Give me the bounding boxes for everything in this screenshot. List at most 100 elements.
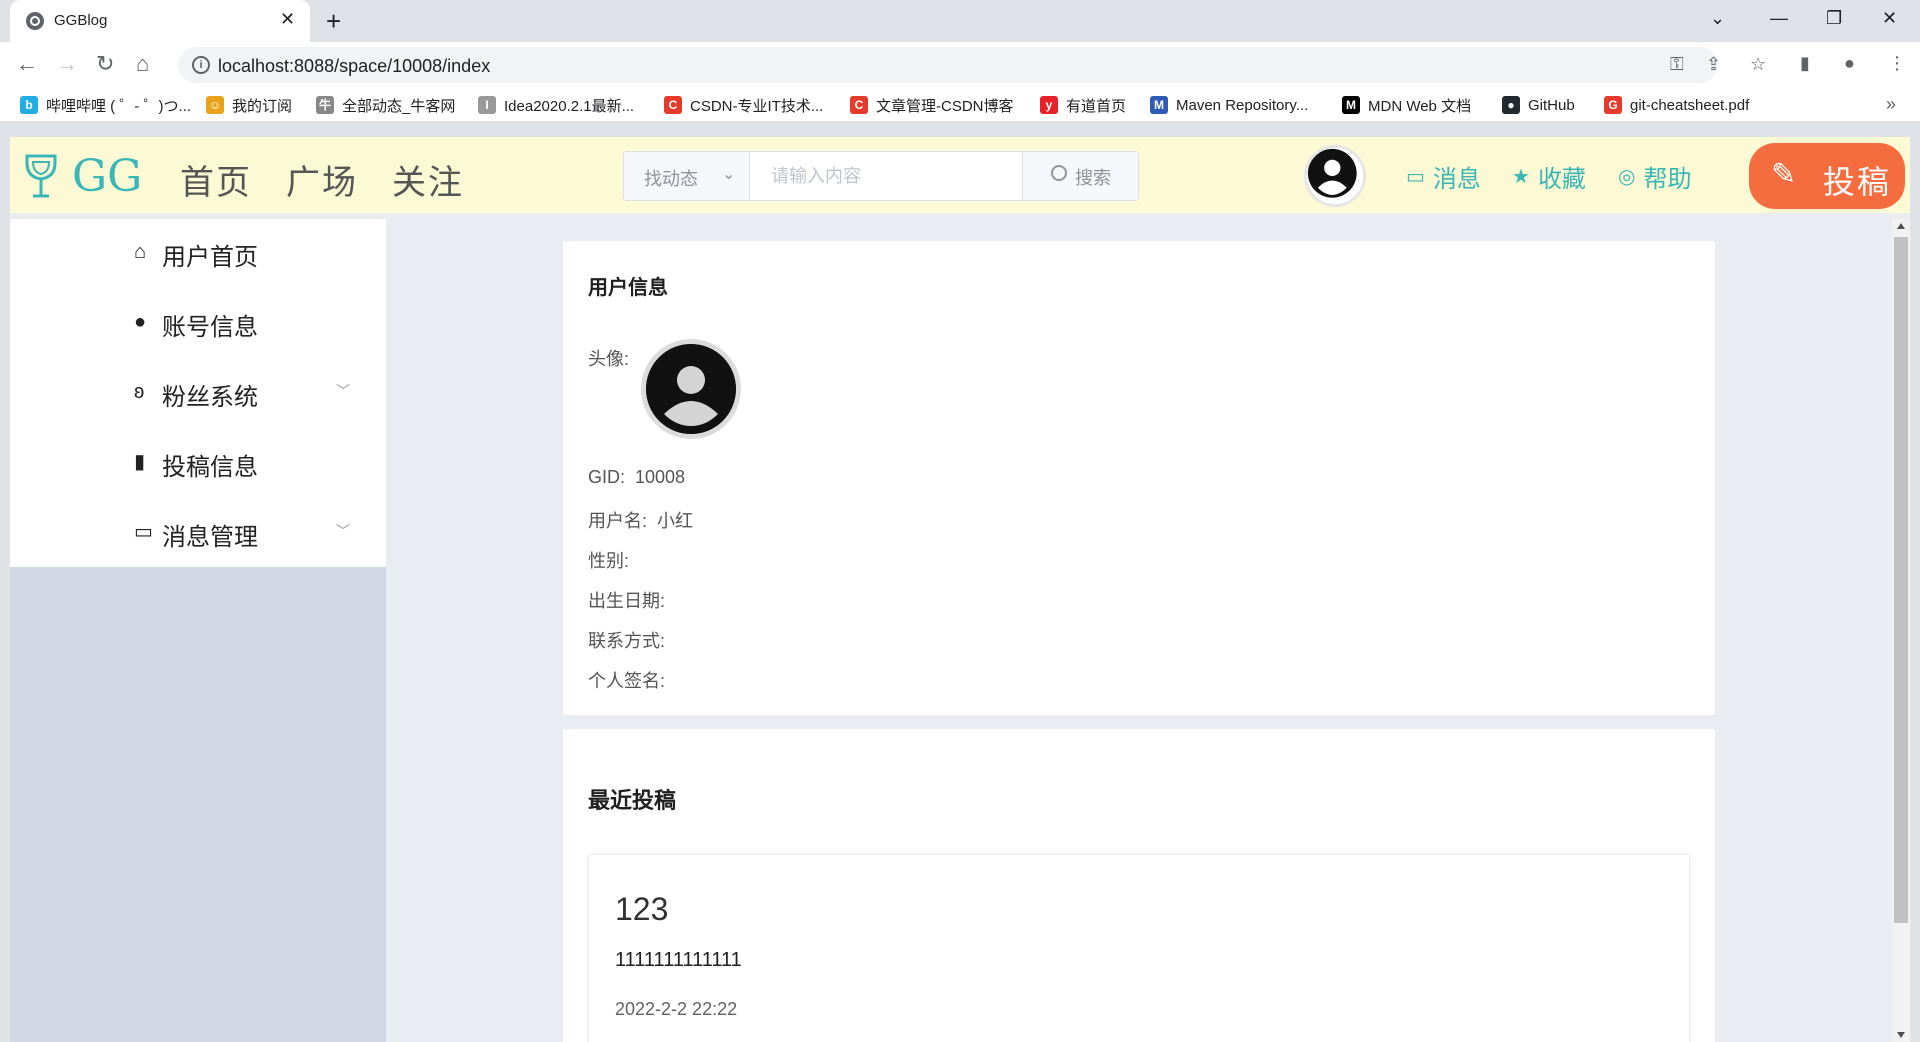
side-panel-icon[interactable]: ▮ — [1800, 53, 1810, 74]
maven-icon: M — [1150, 96, 1168, 114]
new-tab-button[interactable]: + — [326, 6, 341, 37]
help-icon: ◎ — [1618, 166, 1636, 188]
search-type-select[interactable]: 找动态 ⌄ — [624, 152, 750, 200]
post-title[interactable]: 123 — [615, 891, 668, 928]
search-bar: 找动态 ⌄ 搜索 — [623, 151, 1139, 201]
profile-icon[interactable]: ● — [1844, 53, 1855, 74]
close-tab-icon[interactable]: ✕ — [280, 9, 295, 30]
nav-square[interactable]: 广场 — [286, 155, 358, 204]
menu-icon[interactable]: ⋮ — [1888, 53, 1906, 74]
page: GG 首页 广场 关注 找动态 ⌄ 搜索 ▭ 消息 — [10, 137, 1910, 1042]
scroll-down-icon[interactable] — [1897, 1032, 1905, 1038]
sidebar-item-account-info[interactable]: ● 账号信息 — [10, 289, 386, 359]
profile-avatar[interactable] — [641, 339, 741, 439]
user-avatar[interactable] — [1304, 145, 1366, 207]
mdn-icon: M — [1342, 96, 1360, 114]
search-button-label: 搜索 — [1075, 168, 1111, 188]
bookmark-item[interactable]: ● GitHub — [1502, 95, 1575, 115]
avatar-label: 头像: — [588, 349, 630, 369]
bookmark-item[interactable]: M Maven Repository... — [1150, 95, 1308, 115]
username-field: 用户名: 小红 — [588, 511, 694, 531]
user-info-card: 用户信息 头像: GID: 10008 用户名: 小红 性别: 出生日期: 联系方式… — [563, 241, 1715, 715]
more-bookmarks-icon[interactable]: » — [1886, 94, 1896, 115]
site-header: GG 首页 广场 关注 找动态 ⌄ 搜索 ▭ 消息 — [10, 137, 1910, 213]
csdn-icon: C — [850, 96, 868, 114]
bookmark-item[interactable]: Ggit-cheatsheet.pdf — [1604, 95, 1749, 115]
star-icon: ★ — [1512, 166, 1530, 188]
nav-follow[interactable]: 关注 — [392, 155, 464, 204]
chevron-down-icon: ﹀ — [336, 383, 350, 399]
submit-post-button[interactable]: ✎ 投稿 — [1749, 143, 1905, 209]
bookmark-item[interactable]: 牛全部动态_牛客网 — [316, 95, 455, 115]
bookmark-item[interactable]: ☺ 我的订阅 — [206, 95, 292, 115]
avatar-icon — [1307, 148, 1357, 198]
post-card[interactable]: 123 1111111111111 2022-2-2 22:22 — [588, 854, 1690, 1042]
back-icon[interactable]: ← — [16, 51, 38, 77]
sidebar-item-message-management[interactable]: ▭ 消息管理 ﹀ — [10, 499, 386, 569]
globe-icon — [26, 12, 44, 30]
bookmark-star-icon[interactable]: ☆ — [1750, 54, 1766, 75]
home-icon[interactable]: ⌂ — [136, 51, 149, 77]
chat-icon: ▭ — [134, 521, 153, 543]
address-bar[interactable]: i localhost:8088/space/10008/index ⚿ ⇪ ☆ — [178, 47, 1766, 83]
username-value: 小红 — [657, 511, 694, 531]
nowcoder-icon: 牛 — [316, 96, 334, 114]
help-link[interactable]: ◎ 帮助 — [1618, 159, 1691, 194]
pencil-icon: ✎ — [1771, 158, 1797, 191]
scrollbar-thumb[interactable] — [1894, 237, 1908, 923]
subscription-icon: ☺ — [206, 96, 224, 114]
nav-home[interactable]: 首页 — [180, 155, 252, 204]
restore-button[interactable]: ❐ — [1826, 8, 1842, 29]
recent-posts-title: 最近投稿 — [588, 788, 677, 813]
url-text[interactable]: localhost:8088/space/10008/index — [218, 56, 490, 77]
key-icon[interactable]: ⚿ — [1670, 54, 1684, 75]
idea-icon: I — [478, 96, 496, 114]
messages-link[interactable]: ▭ 消息 — [1406, 159, 1481, 194]
sidebar-item-user-home[interactable]: ⌂ 用户首页 — [10, 219, 386, 289]
fans-icon: ʚ — [134, 381, 145, 403]
search-type-value: 找动态 — [644, 169, 698, 189]
chevron-down-icon: ﹀ — [336, 523, 350, 539]
user-info-title: 用户信息 — [588, 277, 668, 299]
user-icon: ● — [134, 311, 147, 333]
gender-field: 性别: — [588, 551, 630, 571]
pdf-icon: G — [1604, 96, 1622, 114]
bookmarks-bar: b 哔哩哔哩 ( ゜- ゜)つ... ☺ 我的订阅 牛全部动态_牛客网 I Idea2… — [0, 88, 1920, 122]
birthday-field: 出生日期: — [588, 591, 666, 611]
site-info-icon[interactable]: i — [192, 56, 210, 74]
youdao-icon: y — [1040, 96, 1058, 114]
page-scrollbar[interactable] — [1892, 219, 1910, 1042]
browser-toolbar: ← → ↻ ⌂ i localhost:8088/space/10008/ind… — [0, 42, 1920, 88]
message-icon: ▭ — [1406, 166, 1425, 188]
minimize-button[interactable]: — — [1770, 8, 1788, 29]
post-body: 1111111111111 — [615, 949, 742, 971]
favorites-link[interactable]: ★ 收藏 — [1512, 159, 1586, 194]
bookmark-item[interactable]: I Idea2020.2.1最新... — [478, 95, 634, 115]
search-icon — [1051, 165, 1067, 181]
bookmark-item[interactable]: M MDN Web 文档 — [1342, 95, 1471, 115]
csdn-icon: C — [664, 96, 682, 114]
browser-tab[interactable]: GGBlog ✕ — [10, 0, 310, 42]
cup-logo-icon[interactable] — [24, 153, 58, 199]
signature-field: 个人签名: — [588, 671, 666, 691]
browser-tabstrip: GGBlog ✕ + ⌄ — ❐ ✕ — [0, 0, 1920, 42]
sidebar-item-fans-system[interactable]: ʚ 粉丝系统 ﹀ — [10, 359, 386, 429]
chevron-down-icon: ⌄ — [722, 166, 736, 183]
bookmark-item[interactable]: b 哔哩哔哩 ( ゜- ゜)つ... — [20, 95, 191, 115]
sidebar: ⌂ 用户首页 ● 账号信息 ʚ 粉丝系统 ﹀ ▮ 投稿信息 ▭ 消息管理 ﹀ — [10, 219, 386, 567]
sidebar-item-submissions[interactable]: ▮ 投稿信息 — [10, 429, 386, 499]
scroll-up-icon[interactable] — [1897, 223, 1905, 229]
search-input[interactable] — [751, 152, 1021, 200]
tab-search-icon[interactable]: ⌄ — [1710, 8, 1725, 29]
search-button[interactable]: 搜索 — [1022, 152, 1138, 200]
forward-icon[interactable]: → — [56, 51, 78, 77]
logo-text[interactable]: GG — [72, 151, 142, 202]
close-window-button[interactable]: ✕ — [1882, 8, 1897, 29]
tab-title: GGBlog — [54, 12, 108, 29]
recent-posts-card: 最近投稿 123 1111111111111 2022-2-2 22:22 — [563, 729, 1715, 1042]
bookmark-item[interactable]: C 文章管理-CSDN博客 — [850, 95, 1014, 115]
bookmark-item[interactable]: C CSDN-专业IT技术... — [664, 95, 823, 115]
share-icon[interactable]: ⇪ — [1706, 54, 1721, 75]
bookmark-item[interactable]: y 有道首页 — [1040, 95, 1126, 115]
reload-icon[interactable]: ↻ — [96, 51, 114, 77]
